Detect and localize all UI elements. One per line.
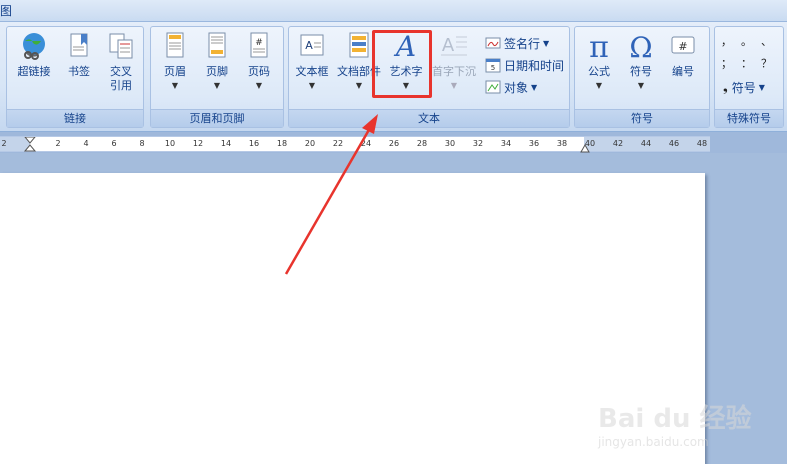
annotation-arrow <box>284 114 378 275</box>
watermark-url: jingyan.baidu.com <box>598 435 709 449</box>
watermark-brand: Bai du 经验 <box>598 404 752 434</box>
watermark: Bai du 经验 jingyan.baidu.com <box>598 398 778 458</box>
